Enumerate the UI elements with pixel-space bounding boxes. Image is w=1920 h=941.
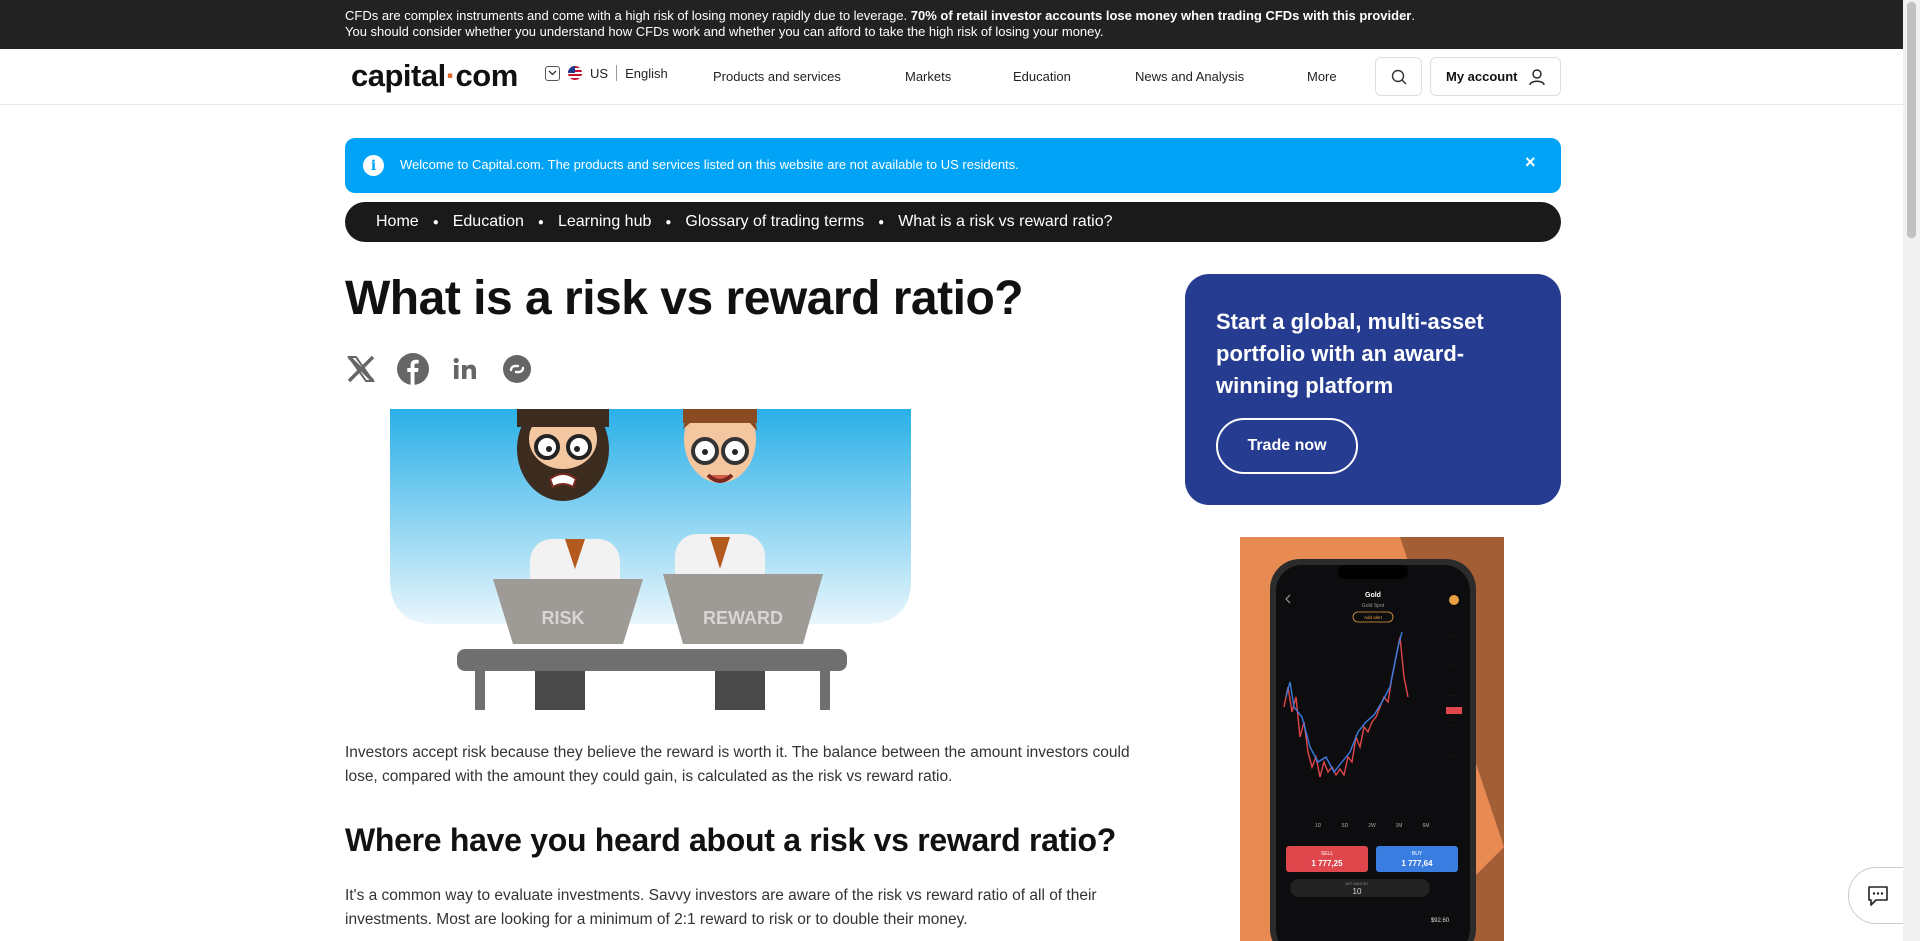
language-label: English [625,65,668,81]
notice-message: Welcome to Capital.com. The products and… [400,157,1019,172]
scrollbar-thumb[interactable] [1907,2,1916,238]
my-account-label: My account [1446,69,1518,84]
ad-margin-value: $92.60 [1431,918,1450,924]
us-residents-notice: i Welcome to Capital.com. The products a… [345,138,1561,193]
app-advertisement[interactable]: Gold Gold Spot Add alert ···· ···· ···· ···… [1240,537,1504,941]
page-scrollbar[interactable] [1903,0,1920,941]
user-icon [1528,68,1545,85]
ad-sell-price: 1 777,25 [1311,859,1343,868]
ad-buy-label: BUY [1412,851,1423,857]
intro-paragraph: Investors accept risk because they belie… [345,744,1130,785]
ad-amount-label: NET AMOUNT [1346,882,1370,886]
hero-illustration: RISK REWARD [345,395,945,710]
page-title: What is a risk vs reward ratio? [345,272,1024,325]
breadcrumb: Home ● Education ● Learning hub ● Glossa… [345,202,1561,242]
nav-education[interactable]: Education [1013,69,1071,84]
breadcrumb-separator: ● [878,216,885,228]
breadcrumb-separator: ● [432,216,439,228]
risk-warning-text: CFDs are complex instruments and come wi… [345,8,1415,39]
chevron-down-icon [545,65,560,81]
promo-text: Start a global, multi-asset portfolio wi… [1216,309,1484,398]
risk-laptop-label: RISK [541,608,584,628]
breadcrumb-separator: ● [537,216,544,228]
divider [616,65,618,81]
reward-laptop-label: REWARD [703,608,783,628]
nav-markets[interactable]: Markets [905,69,951,84]
chat-icon [1868,885,1888,906]
site-header: capital·com US English Products and serv… [0,49,1903,105]
ad-timeframe-1m: 1M [1396,823,1403,829]
breadcrumb-separator: ● [665,216,672,228]
ad-sell-label: SELL [1321,851,1333,857]
nav-more[interactable]: More [1307,69,1337,84]
svg-text:····: ···· [1450,693,1455,698]
ad-timeframe-5d: 5D [1342,823,1349,829]
close-icon[interactable]: × [1525,152,1536,173]
region-language-selector[interactable]: US English [545,65,668,81]
ad-asset-sub: Gold Spot [1362,603,1385,609]
ad-timeframe-1d: 1D [1315,823,1322,829]
info-icon: i [363,155,384,176]
linkedin-icon[interactable] [449,353,481,385]
x-icon[interactable] [345,353,377,385]
breadcrumb-education[interactable]: Education [453,213,524,231]
breadcrumb-learning-hub[interactable]: Learning hub [558,213,651,231]
breadcrumb-glossary[interactable]: Glossary of trading terms [685,213,864,231]
ad-timeframe-2w: 2W [1368,823,1376,829]
my-account-button[interactable]: My account [1430,57,1561,96]
region-label: US [590,65,609,81]
search-button[interactable] [1375,57,1422,96]
svg-text:····: ···· [1450,663,1455,668]
svg-text:····: ···· [1450,753,1455,758]
breadcrumb-current: What is a risk vs reward ratio? [898,213,1113,230]
risk-warning-bar: CFDs are complex instruments and come wi… [0,0,1903,49]
nav-products-and-services[interactable]: Products and services [713,69,841,84]
ad-add-alert: Add alert [1364,615,1383,620]
ad-buy-price: 1 777,64 [1401,859,1433,868]
capital-logo[interactable]: capital·com [351,58,518,94]
section-heading: Where have you heard about a risk vs rew… [345,822,1117,858]
section-paragraph: It's a common way to evaluate investment… [345,887,1097,928]
ad-amount-value: 10 [1353,887,1362,896]
nav-news-and-analysis[interactable]: News and Analysis [1135,69,1244,84]
breadcrumb-home[interactable]: Home [376,213,419,231]
share-buttons [345,353,533,385]
promo-card: Start a global, multi-asset portfolio wi… [1185,274,1561,505]
copy-link-icon[interactable] [501,353,533,385]
us-flag-icon [568,66,582,80]
svg-text:····: ···· [1450,633,1455,638]
chat-support-button[interactable] [1848,867,1908,924]
facebook-icon[interactable] [397,353,429,385]
trade-now-button[interactable]: Trade now [1216,418,1358,474]
ad-asset-name: Gold [1365,592,1381,599]
ad-timeframe-6m: 6M [1423,823,1430,829]
search-icon [1391,69,1406,84]
svg-text:····: ···· [1450,723,1455,728]
